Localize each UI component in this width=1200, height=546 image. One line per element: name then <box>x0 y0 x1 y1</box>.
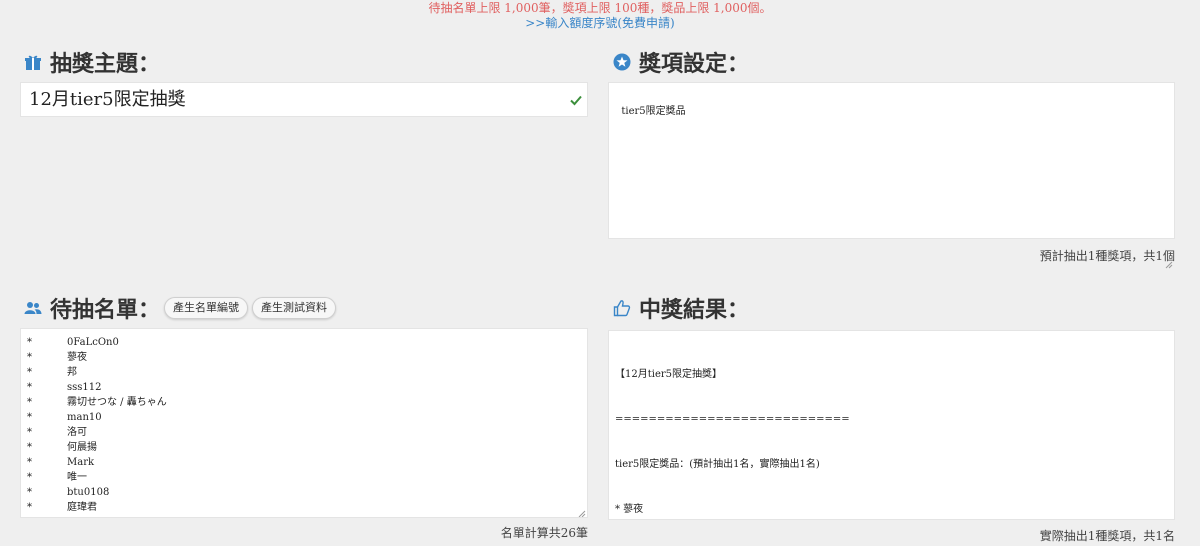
theme-heading-label: 抽獎主題： <box>50 51 161 77</box>
list-bullet: * <box>27 412 32 423</box>
list-bullet: * <box>27 397 32 408</box>
list-item: * sss112 <box>27 380 581 395</box>
results-line: 【12月tier5限定抽獎】 <box>615 369 723 380</box>
limit-text: 待抽名單上限 1,000筆，獎項上限 100種，獎品上限 1,000個。 <box>428 1 772 15</box>
quota-notice: 待抽名單上限 1,000筆，獎項上限 100種，獎品上限 1,000個。 >>輸… <box>0 1 1200 31</box>
list-item: * btu0108 <box>27 485 581 500</box>
list-bullet: * <box>27 337 32 348</box>
entrants-textarea[interactable]: * 0FaLcOn0 * 蓼夜 * 邦 * sss112 * 霧切せつな / 轟ちゃん * man10… <box>20 328 588 518</box>
list-bullet: * <box>27 442 32 453</box>
list-item-name: 蓼夜 <box>67 352 87 363</box>
list-item: * 唯一 <box>27 470 581 485</box>
list-item: * 洛可 <box>27 425 581 440</box>
entrants-summary: 名單計算共26筆 <box>500 526 588 540</box>
check-icon <box>569 92 583 106</box>
results-heading-label: 中獎結果： <box>639 297 750 323</box>
list-bullet: * <box>27 487 32 498</box>
theme-heading: 抽獎主題： <box>24 46 160 78</box>
list-item-name: 何晨揚 <box>67 442 97 453</box>
list-item-name: btu0108 <box>67 487 110 498</box>
list-item: * 0FaLcOn0 <box>27 335 581 350</box>
entrants-list: * 0FaLcOn0 * 蓼夜 * 邦 * sss112 * 霧切せつな / 轟ちゃん * man10… <box>27 335 581 515</box>
thumbs-up-icon <box>613 299 631 317</box>
generate-ids-button[interactable]: 產生名單編號 <box>164 297 249 319</box>
list-item: * 霧切せつな / 轟ちゃん <box>27 395 581 410</box>
list-bullet: * <box>27 502 32 513</box>
results-line: tier5限定獎品：(預計抽出1名，實際抽出1名) <box>615 459 820 470</box>
list-bullet: * <box>27 367 32 378</box>
results-winner: * 蓼夜 <box>615 504 644 515</box>
list-item-name: 洛可 <box>67 427 87 438</box>
list-item-name: sss112 <box>67 382 102 393</box>
list-bullet: * <box>27 472 32 483</box>
results-textarea[interactable]: 【12月tier5限定抽獎】 =========================… <box>608 330 1175 520</box>
entrants-heading: 待抽名單： 產生名單編號 產生測試資料 <box>24 292 337 324</box>
list-item: * 庭瑋君 <box>27 500 581 515</box>
list-item-name: 0FaLcOn0 <box>67 337 119 348</box>
list-item: * Mark <box>27 455 581 470</box>
list-item-name: Mark <box>67 457 95 468</box>
gift-icon <box>24 53 42 71</box>
theme-input[interactable] <box>20 82 588 117</box>
quota-link[interactable]: >>輸入額度序號(免費申請) <box>0 16 1200 31</box>
prizes-textarea[interactable]: tier5限定獎品 <box>608 82 1175 269</box>
list-item: * 何晨揚 <box>27 440 581 455</box>
entrants-heading-label: 待抽名單： <box>50 297 161 323</box>
list-item-name: 庭瑋君 <box>67 502 97 513</box>
prizes-heading-label: 獎項設定： <box>639 51 750 77</box>
resize-grip-icon[interactable] <box>1165 229 1173 269</box>
results-summary: 實際抽出1種獎項，共1名 <box>1039 529 1175 543</box>
generate-test-data-button[interactable]: 產生測試資料 <box>252 297 337 319</box>
results-heading: 中獎結果： <box>613 292 749 324</box>
resize-grip-icon[interactable] <box>578 508 586 517</box>
star-icon <box>613 53 631 71</box>
prizes-heading: 獎項設定： <box>613 46 749 78</box>
list-item: * man10 <box>27 410 581 425</box>
list-bullet: * <box>27 352 32 363</box>
prizes-text: tier5限定獎品 <box>621 106 686 117</box>
list-bullet: * <box>27 457 32 468</box>
prizes-summary: 預計抽出1種獎項，共1個 <box>1039 249 1175 263</box>
list-item-name: 唯一 <box>67 472 87 483</box>
list-item: * 邦 <box>27 365 581 380</box>
users-icon <box>24 299 42 317</box>
results-line: ============================ <box>615 414 850 425</box>
list-item: * 蓼夜 <box>27 350 581 365</box>
list-item-name: 霧切せつな / 轟ちゃん <box>67 397 167 408</box>
list-bullet: * <box>27 427 32 438</box>
list-bullet: * <box>27 382 32 393</box>
list-item-name: 邦 <box>67 367 77 378</box>
list-item-name: man10 <box>67 412 102 423</box>
